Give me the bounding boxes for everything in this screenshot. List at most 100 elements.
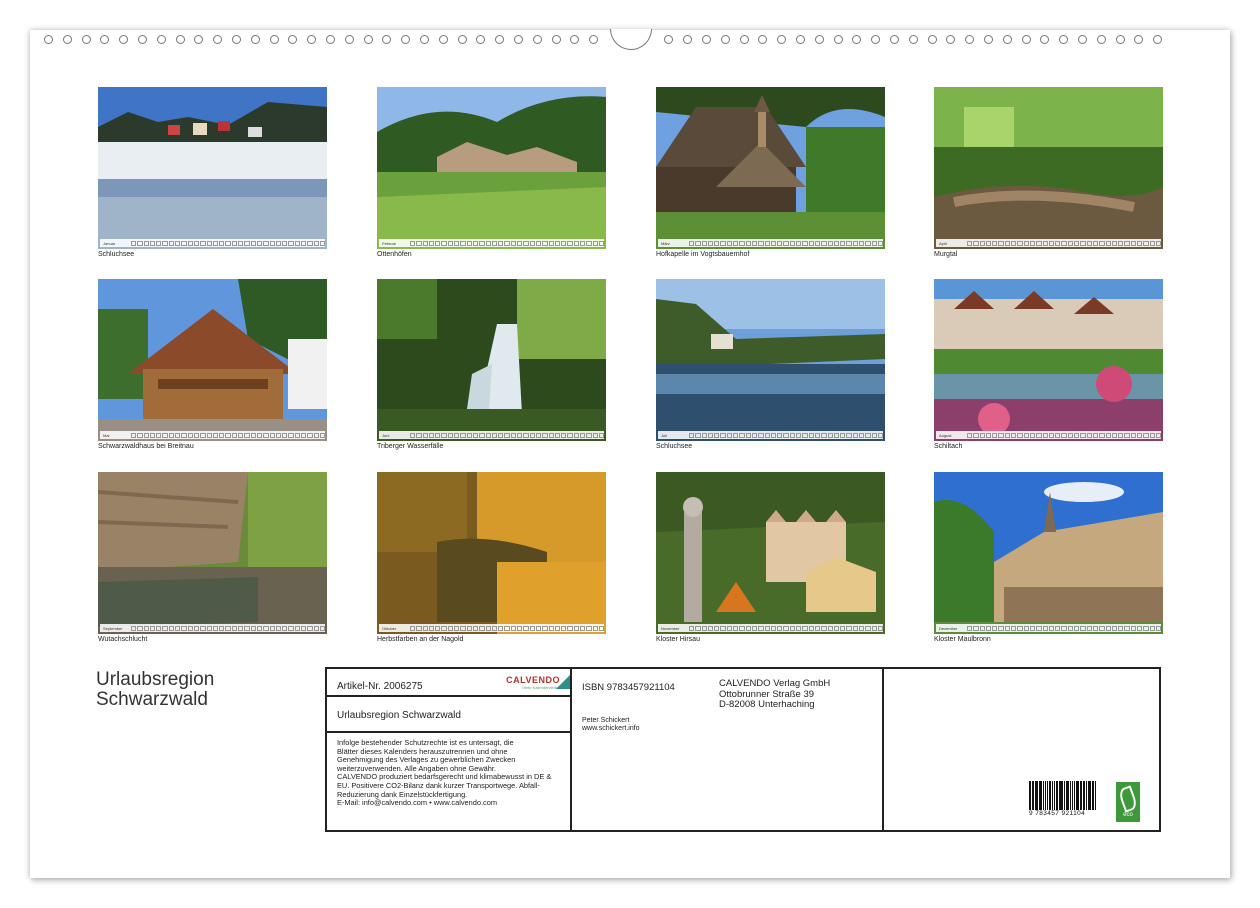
day-cell	[320, 626, 325, 631]
binding-ring	[307, 35, 316, 44]
day-cell	[967, 626, 972, 631]
day-cell	[423, 433, 428, 438]
day-cell	[219, 241, 224, 246]
binding-ring	[157, 35, 166, 44]
day-cell	[1017, 433, 1022, 438]
day-cell	[282, 433, 287, 438]
day-cell	[758, 433, 763, 438]
day-cell	[175, 626, 180, 631]
day-cell	[853, 626, 858, 631]
day-cell	[1112, 241, 1117, 246]
day-cell	[846, 433, 851, 438]
barcode-bar	[1066, 781, 1067, 811]
barcode-bar	[1086, 781, 1087, 811]
day-cell	[986, 626, 991, 631]
photo-caption: Herbstfarben an der Nagold	[377, 636, 606, 646]
photo-kloster-maulbronn: Dezember	[934, 472, 1163, 634]
day-cell	[536, 626, 541, 631]
day-cell	[1106, 433, 1111, 438]
day-cell	[251, 626, 256, 631]
date-grid: April	[936, 239, 1161, 247]
day-cell	[137, 241, 142, 246]
day-cell	[423, 241, 428, 246]
day-cell	[727, 626, 732, 631]
day-cell	[1080, 241, 1085, 246]
day-cell	[429, 433, 434, 438]
photo-kloster-hirsau: November	[656, 472, 885, 634]
day-cell	[479, 626, 484, 631]
day-cell	[320, 241, 325, 246]
day-cell	[232, 241, 237, 246]
day-cell	[441, 626, 446, 631]
date-grid: Januar	[100, 239, 325, 247]
day-cell	[1099, 433, 1104, 438]
binding-ring	[382, 35, 391, 44]
day-cell	[181, 626, 186, 631]
day-cell	[270, 626, 275, 631]
day-cell	[980, 433, 985, 438]
barcode-bar	[1076, 781, 1078, 811]
day-cell	[270, 241, 275, 246]
day-cell	[992, 433, 997, 438]
day-cell	[561, 433, 566, 438]
day-cell	[733, 241, 738, 246]
barcode-bar	[1035, 781, 1037, 811]
barcode-bar	[1059, 781, 1060, 811]
day-cell	[771, 433, 776, 438]
day-cell	[1017, 626, 1022, 631]
day-cell	[739, 241, 744, 246]
day-cell	[194, 433, 199, 438]
day-cell	[796, 626, 801, 631]
date-grid: Juni	[379, 431, 604, 439]
date-grid: September	[100, 624, 325, 632]
day-cell	[1131, 241, 1136, 246]
day-cell	[207, 626, 212, 631]
day-cell	[714, 626, 719, 631]
day-cell	[689, 626, 694, 631]
day-cell	[549, 433, 554, 438]
day-cell	[200, 241, 205, 246]
day-cell	[1156, 626, 1161, 631]
day-cell	[1043, 433, 1048, 438]
day-cell	[1061, 626, 1066, 631]
day-cell	[492, 626, 497, 631]
binding-ring	[721, 35, 730, 44]
day-cell	[992, 241, 997, 246]
day-cell	[1093, 241, 1098, 246]
day-cell	[169, 433, 174, 438]
month-tile-march: März Hofkapelle im Vogtsbauernhof	[656, 87, 885, 261]
day-cell	[765, 626, 770, 631]
day-cell	[181, 433, 186, 438]
day-cell	[498, 433, 503, 438]
photo-caption: Schluchsee	[656, 443, 885, 453]
photo-caption: Murgtal	[934, 251, 1163, 261]
day-cell	[314, 433, 319, 438]
binding-ring	[138, 35, 147, 44]
day-cell	[188, 433, 193, 438]
day-cell	[194, 241, 199, 246]
binding-ring	[796, 35, 805, 44]
day-cell	[689, 433, 694, 438]
binding-ring	[439, 35, 448, 44]
day-cell	[219, 626, 224, 631]
publisher-line: D-82008 Unterhaching	[719, 700, 830, 711]
barcode-bar	[1039, 781, 1040, 811]
day-cell	[1011, 626, 1016, 631]
day-cell	[288, 433, 293, 438]
day-cell	[454, 241, 459, 246]
barcode-bar	[1095, 781, 1096, 811]
day-cell	[549, 241, 554, 246]
day-cell	[251, 433, 256, 438]
day-cell	[479, 433, 484, 438]
day-cell	[188, 241, 193, 246]
day-cell	[156, 433, 161, 438]
day-cell	[137, 626, 142, 631]
day-cell	[986, 241, 991, 246]
month-tile-april: April Murgtal	[934, 87, 1163, 261]
binding-ring	[420, 35, 429, 44]
binding-ring	[965, 35, 974, 44]
binding-ring	[251, 35, 260, 44]
binding-ring	[44, 35, 53, 44]
day-cell	[998, 626, 1003, 631]
day-cell	[567, 626, 572, 631]
